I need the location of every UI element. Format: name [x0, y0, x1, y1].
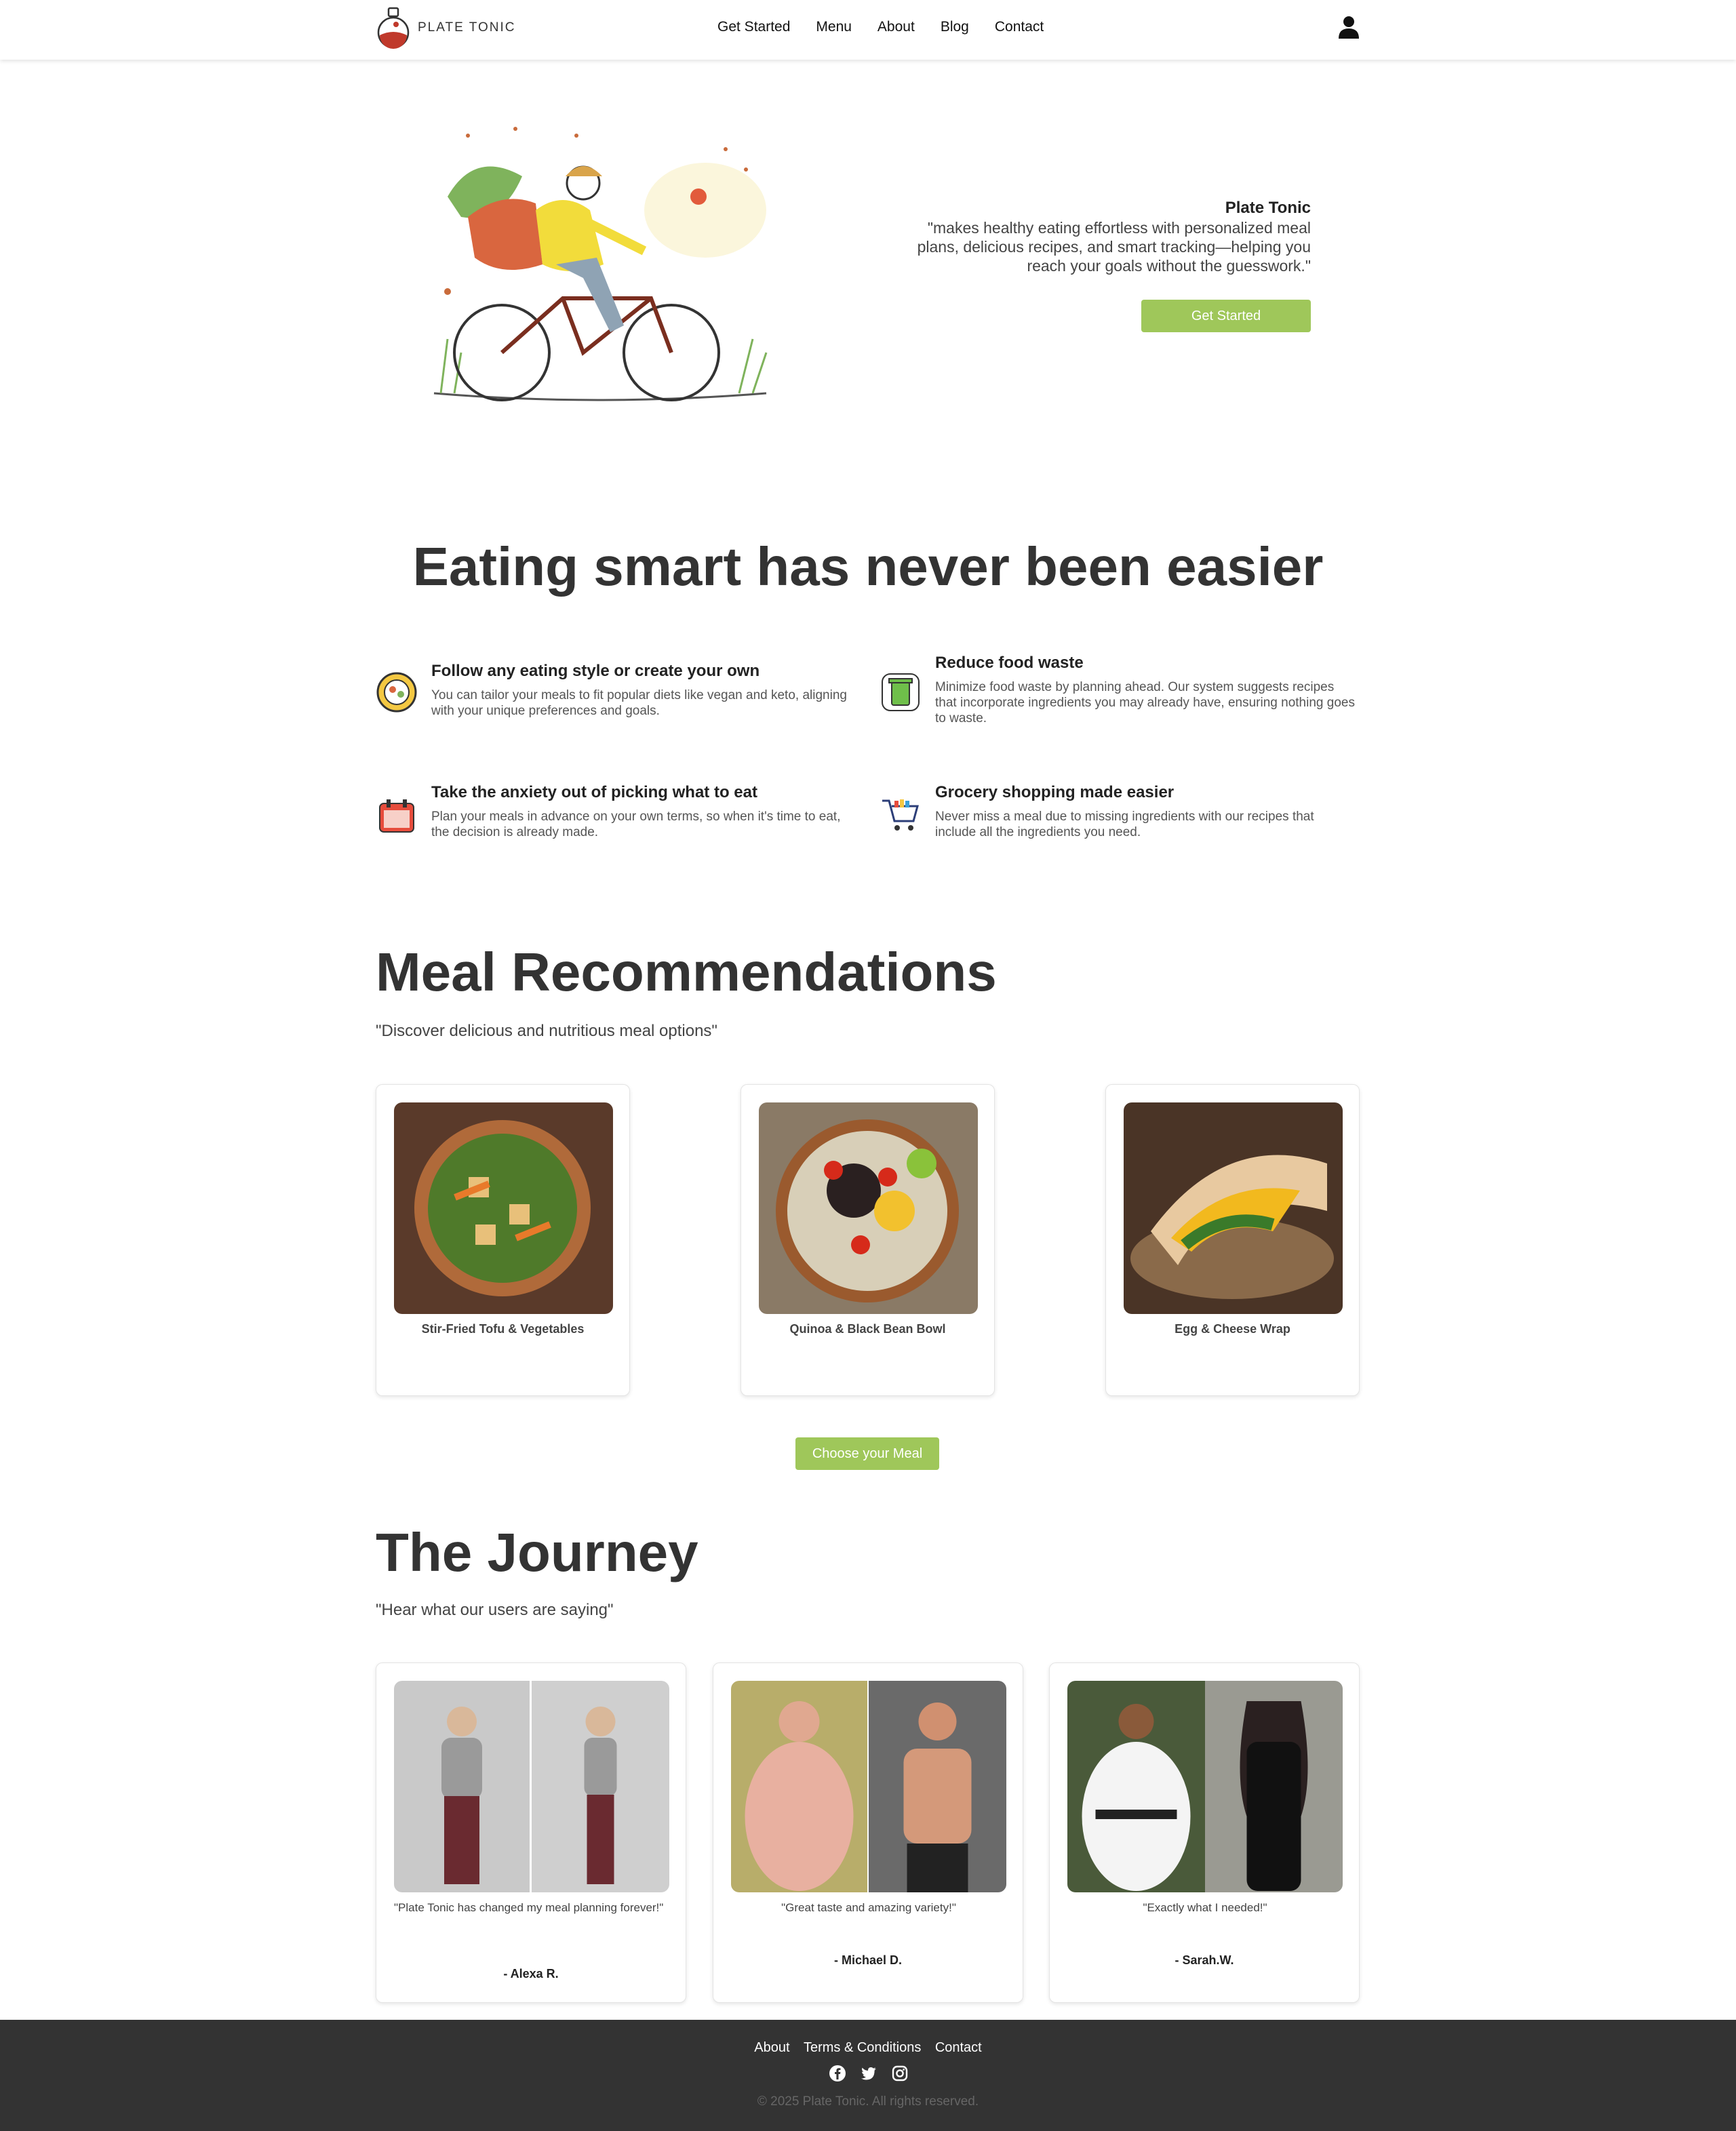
footer-links: About Terms & Conditions Contact	[0, 2040, 1736, 2056]
hero-text: Plate Tonic "makes healthy eating effort…	[902, 198, 1311, 275]
instagram-icon[interactable]	[891, 2065, 909, 2082]
testimonial-quote: "Exactly what I needed!"	[1143, 1901, 1267, 1914]
testimonial-author: - Sarah.W.	[1175, 1953, 1234, 1967]
meal-card[interactable]: Stir-Fried Tofu & Vegetables	[376, 1084, 630, 1396]
nav-blog[interactable]: Blog	[941, 19, 969, 35]
nav-get-started[interactable]: Get Started	[717, 19, 790, 35]
feature-title: Follow any eating style or create your o…	[431, 662, 760, 680]
feature-text: You can tailor your meals to fit popular…	[431, 688, 847, 718]
feature-text: Plan your meals in advance on your own t…	[431, 810, 841, 839]
hero-cyclist-illustration	[433, 127, 768, 401]
footer-link-terms[interactable]: Terms & Conditions	[804, 2040, 921, 2055]
meal-image	[1124, 1102, 1343, 1314]
before-after-photo	[394, 1681, 669, 1892]
main-nav: Get Started Menu About Blog Contact	[717, 19, 1044, 35]
meal-image	[759, 1102, 978, 1314]
testimonial-card: "Great taste and amazing variety!" - Mic…	[713, 1662, 1023, 2003]
nav-menu[interactable]: Menu	[816, 19, 852, 35]
testimonial-card: "Plate Tonic has changed my meal plannin…	[376, 1662, 686, 2003]
feature-title: Take the anxiety out of picking what to …	[431, 783, 757, 801]
footer-link-contact[interactable]: Contact	[935, 2040, 982, 2055]
meal-image	[394, 1102, 613, 1314]
nav-about[interactable]: About	[877, 19, 915, 35]
journey-subtitle: "Hear what our users are saying"	[376, 1601, 614, 1619]
testimonial-author: - Michael D.	[833, 1953, 903, 1967]
brand-name: PLATE TONIC	[418, 20, 516, 35]
features-title: Eating smart has never been easier	[412, 536, 1324, 597]
footer-link-about[interactable]: About	[754, 2040, 789, 2055]
feature-text: Minimize food waste by planning ahead. O…	[935, 680, 1355, 725]
hero-get-started-button[interactable]: Get Started	[1141, 300, 1311, 332]
nav-contact[interactable]: Contact	[995, 19, 1044, 35]
testimonial-card: "Exactly what I needed!" - Sarah.W.	[1049, 1662, 1360, 2003]
hero-brand: Plate Tonic	[1225, 199, 1311, 217]
potion-flask-logo-icon	[377, 7, 410, 49]
meal-name: Egg & Cheese Wrap	[1175, 1322, 1290, 1336]
meal-card[interactable]: Quinoa & Black Bean Bowl	[741, 1084, 995, 1396]
testimonial-quote: "Great taste and amazing variety!"	[781, 1901, 956, 1914]
site-footer: About Terms & Conditions Contact © 2025 …	[0, 2020, 1736, 2131]
logo[interactable]: PLATE TONIC	[376, 5, 515, 50]
social-links	[829, 2065, 909, 2082]
feature-title: Grocery shopping made easier	[935, 783, 1175, 801]
twitter-icon[interactable]	[860, 2065, 877, 2082]
meal-card[interactable]: Egg & Cheese Wrap	[1105, 1084, 1360, 1396]
diet-plate-icon	[376, 672, 417, 713]
journey-title: The Journey	[376, 1522, 698, 1582]
testimonial-author: - Alexa R.	[503, 1967, 559, 1980]
copyright: © 2025 Plate Tonic. All rights reserved.	[757, 2094, 979, 2109]
meal-name: Quinoa & Black Bean Bowl	[789, 1322, 946, 1336]
calendar-icon	[379, 799, 414, 833]
meals-title: Meal Recommendations	[376, 942, 997, 1002]
meal-name: Stir-Fried Tofu & Vegetables	[421, 1322, 585, 1336]
meals-subtitle: "Discover delicious and nutritious meal …	[376, 1022, 717, 1040]
site-header: PLATE TONIC Get Started Menu About Blog …	[0, 0, 1736, 60]
user-account-icon[interactable]	[1337, 15, 1360, 39]
feature-text: Never miss a meal due to missing ingredi…	[935, 810, 1314, 839]
feature-title: Reduce food waste	[935, 654, 1084, 672]
before-after-photo	[731, 1681, 1006, 1892]
shopping-cart-icon	[882, 799, 919, 831]
before-after-photo	[1067, 1681, 1343, 1892]
testimonial-quote: "Plate Tonic has changed my meal plannin…	[394, 1901, 664, 1914]
choose-meal-button[interactable]: Choose your Meal	[795, 1437, 939, 1470]
hero-quote: "makes healthy eating effortless with pe…	[917, 219, 1311, 275]
recycle-bin-icon	[882, 673, 920, 711]
facebook-icon[interactable]	[829, 2065, 846, 2082]
